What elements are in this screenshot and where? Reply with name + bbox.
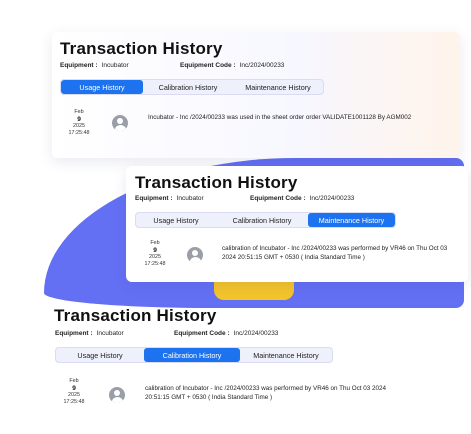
tab-calibration-history[interactable]: Calibration History [144, 348, 240, 362]
equipment-code-label: Equipment Code : [250, 195, 306, 202]
entry-time: 17:25:48 [63, 399, 85, 405]
entry-year: 2025 [68, 392, 80, 398]
entry-year: 2025 [149, 254, 161, 260]
equipment-label: Equipment : [55, 330, 93, 337]
equipment-code-info: Equipment Code : Inc/2024/00233 [180, 62, 284, 69]
entry-time: 17:25:48 [68, 130, 90, 136]
equipment-code-value: Inc/2024/00233 [239, 62, 285, 69]
entry-day: 9 [72, 385, 76, 392]
history-tabs: Usage History Calibration History Mainte… [60, 79, 324, 95]
entry-month: Feb [69, 378, 79, 384]
decorative-accent [214, 282, 294, 300]
tab-maintenance-history[interactable]: Maintenance History [308, 213, 395, 227]
tab-calibration-history[interactable]: Calibration History [143, 80, 233, 94]
equipment-code-value: Inc/2024/00233 [233, 330, 279, 337]
screenshot-stage: Transaction History Equipment : Incubator… [0, 0, 471, 434]
equipment-info: Equipment : Incubator [135, 195, 204, 202]
equipment-code-label: Equipment Code : [174, 330, 230, 337]
equipment-info: Equipment : Incubator [60, 62, 129, 69]
tab-maintenance-history[interactable]: Maintenance History [240, 348, 332, 362]
entry-date: Feb 9 2025 17:25:48 [59, 378, 89, 406]
tab-maintenance-history[interactable]: Maintenance History [233, 80, 323, 94]
equipment-code-label: Equipment Code : [180, 62, 236, 69]
equipment-code-info: Equipment Code : Inc/2024/00233 [174, 330, 278, 337]
entry-date: Feb 9 2025 17:25:48 [64, 109, 94, 137]
tab-usage-history[interactable]: Usage History [136, 213, 216, 227]
entry-day: 9 [153, 247, 157, 254]
user-avatar-icon [187, 247, 203, 263]
entry-day: 9 [77, 116, 81, 123]
equipment-code-info: Equipment Code : Inc/2024/00233 [250, 195, 354, 202]
history-tabs: Usage History Calibration History Mainte… [135, 212, 396, 228]
entry-time: 17:25:48 [144, 261, 166, 267]
equipment-code-value: Inc/2024/00233 [309, 195, 355, 202]
entry-description: calibration of Incubator - Inc /2024/002… [145, 385, 387, 401]
entry-description: calibration of Incubator - Inc /2024/002… [222, 245, 448, 261]
card-title: Transaction History [135, 173, 298, 192]
transaction-history-card-calibration: Transaction History Equipment : Incubator… [52, 300, 460, 430]
card-title: Transaction History [60, 39, 223, 58]
equipment-info: Equipment : Incubator [55, 330, 124, 337]
entry-date: Feb 9 2025 17:25:48 [140, 240, 170, 268]
tab-usage-history[interactable]: Usage History [61, 80, 143, 94]
equipment-value: Incubator [96, 330, 124, 337]
equipment-value: Incubator [101, 62, 129, 69]
entry-description: Incubator - Inc /2024/00233 was used in … [148, 114, 412, 121]
entry-year: 2025 [73, 123, 85, 129]
card-title: Transaction History [54, 306, 217, 325]
equipment-label: Equipment : [135, 195, 173, 202]
user-avatar-icon [112, 115, 128, 131]
equipment-value: Incubator [176, 195, 204, 202]
user-avatar-icon [109, 387, 125, 403]
entry-month: Feb [74, 109, 84, 115]
entry-month: Feb [150, 240, 160, 246]
transaction-history-card-maintenance: Transaction History Equipment : Incubator… [126, 166, 468, 282]
tab-calibration-history[interactable]: Calibration History [216, 213, 308, 227]
transaction-history-card-usage: Transaction History Equipment : Incubator… [52, 32, 460, 158]
tab-usage-history[interactable]: Usage History [56, 348, 144, 362]
history-tabs: Usage History Calibration History Mainte… [55, 347, 333, 363]
equipment-label: Equipment : [60, 62, 98, 69]
